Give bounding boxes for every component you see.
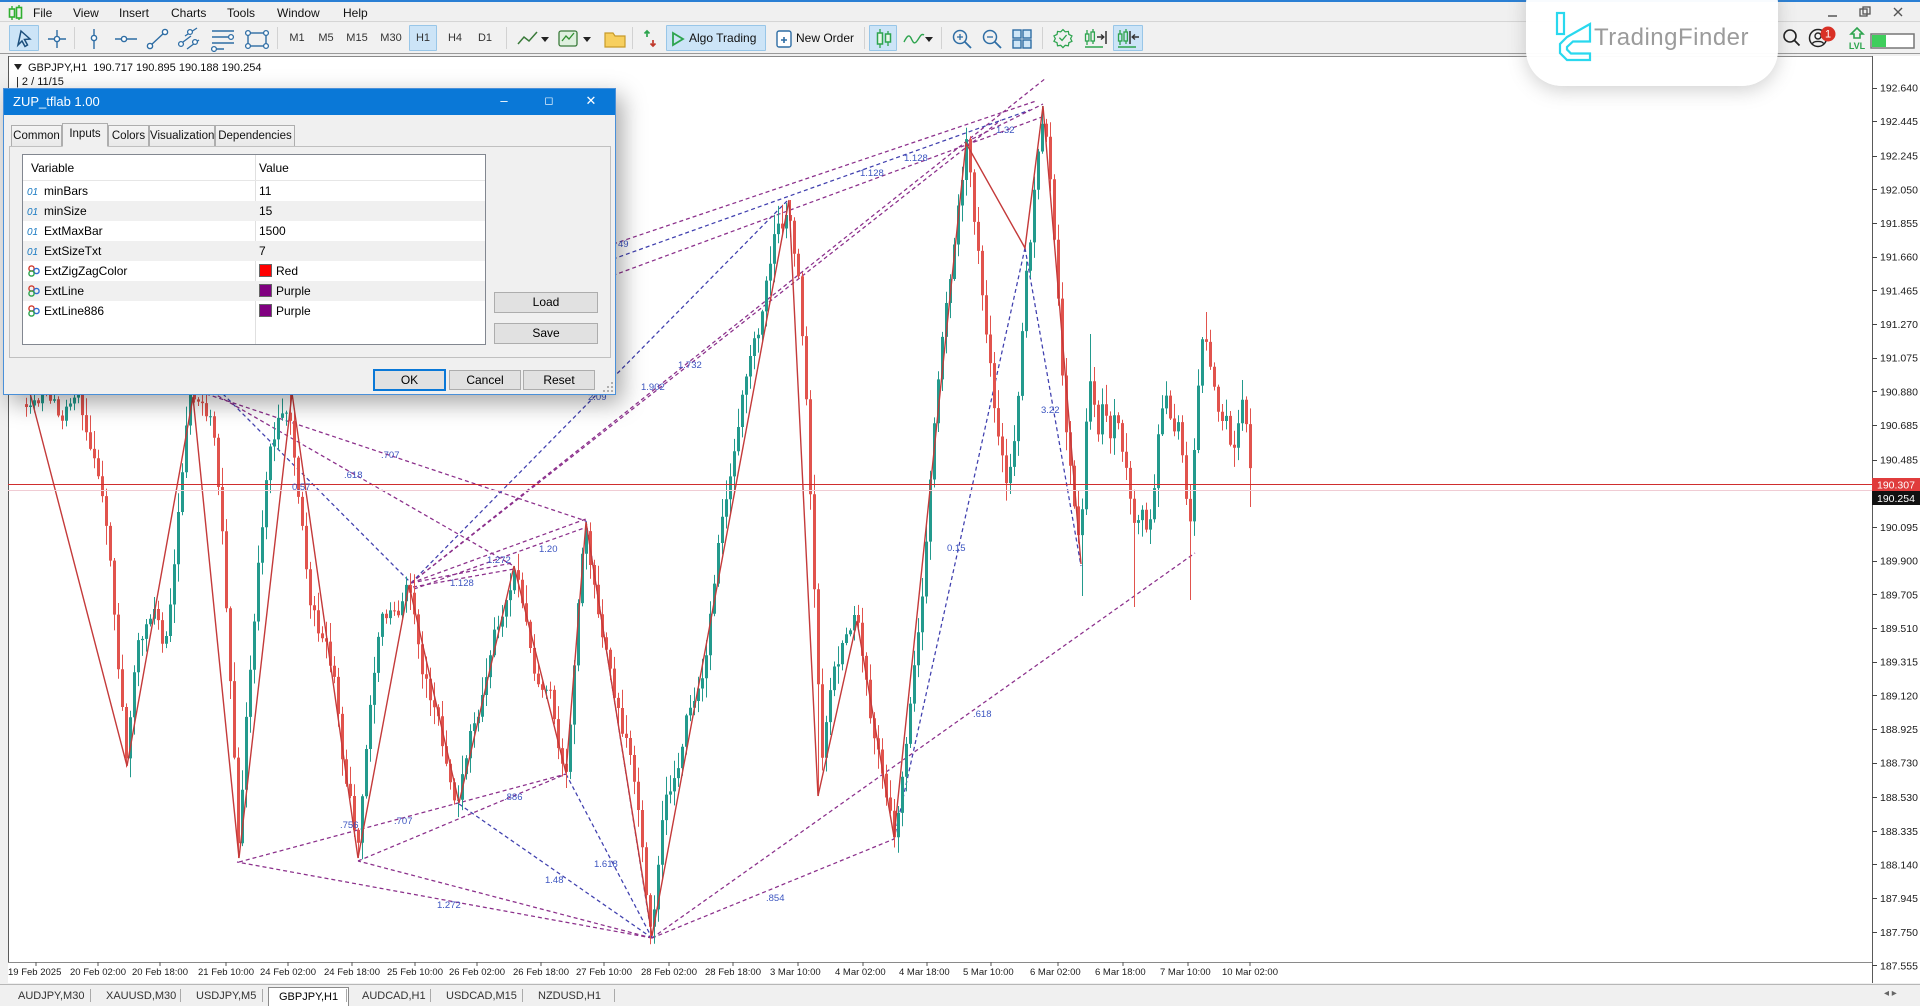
svg-text:27 Feb 10:00: 27 Feb 10:00 (576, 967, 632, 978)
svg-text:4 Mar 02:00: 4 Mar 02:00 (835, 967, 886, 978)
svg-text:7 Mar 10:00: 7 Mar 10:00 (1160, 967, 1211, 978)
svg-text:191.075: 191.075 (1880, 353, 1918, 365)
svg-text:28 Feb 18:00: 28 Feb 18:00 (705, 967, 761, 978)
svg-text:1.128: 1.128 (450, 578, 474, 589)
svg-text:191.660: 191.660 (1880, 252, 1918, 264)
svg-text:187.750: 187.750 (1880, 927, 1918, 939)
svg-text:189.510: 189.510 (1880, 623, 1918, 635)
svg-text:| 2 / 11/15: | 2 / 11/15 (16, 76, 64, 88)
svg-text:.618: .618 (973, 709, 992, 720)
svg-text:192.445: 192.445 (1880, 116, 1918, 128)
svg-text:188.925: 188.925 (1880, 724, 1918, 736)
svg-text:26 Feb 18:00: 26 Feb 18:00 (513, 967, 569, 978)
svg-text:6 Mar 02:00: 6 Mar 02:00 (1030, 967, 1081, 978)
svg-text:189.120: 189.120 (1880, 690, 1918, 702)
svg-text:189.705: 189.705 (1880, 589, 1918, 601)
svg-text:1.32: 1.32 (996, 125, 1015, 136)
svg-text:21 Feb 10:00: 21 Feb 10:00 (198, 967, 254, 978)
svg-text:192.050: 192.050 (1880, 184, 1918, 196)
svg-text:4 Mar 18:00: 4 Mar 18:00 (899, 967, 950, 978)
svg-text:.707: .707 (394, 816, 413, 827)
svg-text:1.128: 1.128 (860, 168, 884, 179)
svg-text:3 Mar 10:00: 3 Mar 10:00 (770, 967, 821, 978)
svg-text:1.128: 1.128 (904, 153, 928, 164)
svg-text:26 Feb 02:00: 26 Feb 02:00 (449, 967, 505, 978)
svg-text:192.640: 192.640 (1880, 83, 1918, 95)
svg-text:24 Feb 18:00: 24 Feb 18:00 (324, 967, 380, 978)
svg-text:.886: .886 (504, 792, 523, 803)
svg-text:188.140: 188.140 (1880, 860, 1918, 872)
svg-text:190.254: 190.254 (1877, 493, 1915, 505)
svg-text:1.902: 1.902 (641, 382, 665, 393)
svg-text:25 Feb 10:00: 25 Feb 10:00 (387, 967, 443, 978)
svg-text:.618: .618 (344, 470, 363, 481)
svg-text:.756: .756 (340, 820, 359, 831)
svg-text:188.335: 188.335 (1880, 826, 1918, 838)
svg-text:0.57: 0.57 (292, 482, 311, 493)
svg-text:3.22: 3.22 (1041, 405, 1060, 416)
svg-text:1.272: 1.272 (487, 555, 511, 566)
svg-text:190.307: 190.307 (1877, 480, 1915, 492)
svg-text:190.485: 190.485 (1880, 455, 1918, 467)
svg-text:5 Mar 10:00: 5 Mar 10:00 (963, 967, 1014, 978)
svg-text:188.730: 188.730 (1880, 758, 1918, 770)
svg-text:1.272: 1.272 (437, 900, 461, 911)
svg-text:187.555: 187.555 (1880, 961, 1918, 973)
svg-text:191.465: 191.465 (1880, 285, 1918, 297)
svg-text:.854: .854 (766, 893, 785, 904)
svg-text:190.685: 190.685 (1880, 420, 1918, 432)
svg-text:01: 01 (27, 187, 38, 197)
svg-text:.707: .707 (381, 450, 400, 461)
svg-text:10 Mar 02:00: 10 Mar 02:00 (1222, 967, 1278, 978)
svg-text:189.900: 189.900 (1880, 556, 1918, 568)
svg-text:190.880: 190.880 (1880, 386, 1918, 398)
svg-text:187.945: 187.945 (1880, 893, 1918, 905)
svg-text:24 Feb 02:00: 24 Feb 02:00 (260, 967, 316, 978)
svg-text:01: 01 (27, 207, 38, 217)
svg-text:01: 01 (27, 227, 38, 237)
svg-text:189.315: 189.315 (1880, 657, 1918, 669)
svg-text:19 Feb 2025: 19 Feb 2025 (8, 967, 61, 978)
svg-text:1.732: 1.732 (678, 360, 702, 371)
svg-text:20 Feb 18:00: 20 Feb 18:00 (132, 967, 188, 978)
svg-text:28 Feb 02:00: 28 Feb 02:00 (641, 967, 697, 978)
svg-text:191.270: 191.270 (1880, 319, 1918, 331)
svg-text:GBPJPY,H1 190.717 190.895 190: GBPJPY,H1 190.717 190.895 190.188 190.25… (28, 62, 261, 74)
svg-text:190.095: 190.095 (1880, 522, 1918, 534)
svg-text:01: 01 (27, 247, 38, 257)
svg-text:20 Feb 02:00: 20 Feb 02:00 (70, 967, 126, 978)
svg-text:188.530: 188.530 (1880, 792, 1918, 804)
svg-text:191.855: 191.855 (1880, 218, 1918, 230)
svg-text:6 Mar 18:00: 6 Mar 18:00 (1095, 967, 1146, 978)
svg-text:1.618: 1.618 (594, 859, 618, 870)
svg-text:1.20: 1.20 (539, 544, 558, 555)
svg-text:49: 49 (618, 239, 629, 250)
svg-text:192.245: 192.245 (1880, 151, 1918, 163)
svg-text:0.15: 0.15 (947, 543, 966, 554)
svg-text:1.48: 1.48 (545, 875, 564, 886)
